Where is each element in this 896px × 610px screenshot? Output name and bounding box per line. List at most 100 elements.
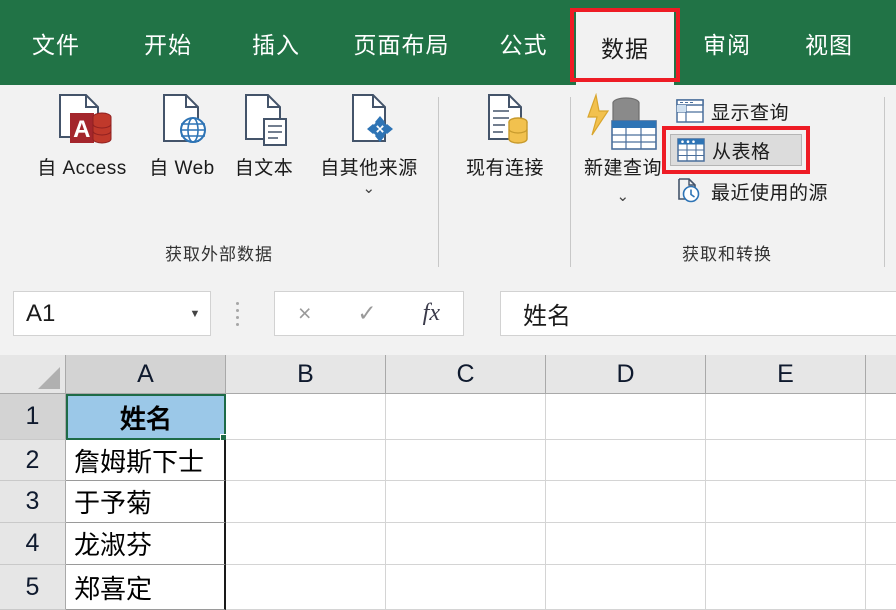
cell-f3[interactable]	[866, 481, 896, 523]
cell-e1[interactable]	[706, 394, 866, 440]
new-query-label: 新建查询	[583, 158, 662, 179]
svg-text:A: A	[73, 116, 91, 143]
tab-file[interactable]: 文件	[0, 0, 112, 85]
row-header-3[interactable]: 3	[0, 481, 66, 523]
from-text-button[interactable]: 自文本	[214, 93, 314, 182]
cell-d3[interactable]	[546, 481, 706, 523]
new-query-button[interactable]: 新建查询 ⌄	[578, 92, 668, 210]
existing-connections-button[interactable]: 现有连接	[446, 93, 564, 182]
ribbon-tab-bar: 文件 开始 插入 页面布局 公式 数据 审阅 视图	[0, 0, 896, 85]
tab-home-label: 开始	[144, 31, 192, 58]
cell-e5[interactable]	[706, 565, 866, 610]
recent-sources-label: 最近使用的源	[711, 182, 829, 204]
recent-sources-button[interactable]: 最近使用的源	[676, 175, 828, 207]
from-access-label: 自 Access	[37, 158, 127, 179]
cell-a4[interactable]: 龙淑芬	[66, 523, 226, 565]
cell-b1[interactable]	[226, 394, 386, 440]
tab-formulas-label: 公式	[499, 31, 548, 58]
column-header-e[interactable]: E	[706, 355, 866, 394]
cell-c4[interactable]	[386, 523, 546, 565]
row-header-4[interactable]: 4	[0, 523, 66, 565]
from-table-label: 从表格	[712, 141, 771, 163]
column-header-b[interactable]: B	[226, 355, 386, 394]
show-queries-label: 显示查询	[711, 102, 790, 124]
cell-d2[interactable]	[546, 440, 706, 481]
cell-b3[interactable]	[226, 481, 386, 523]
existing-connections-label: 现有连接	[465, 158, 544, 179]
cell-e4[interactable]	[706, 523, 866, 565]
tab-view-label: 视图	[805, 31, 853, 58]
tab-view[interactable]: 视图	[778, 0, 880, 85]
show-queries-button[interactable]: 显示查询	[676, 95, 789, 127]
tab-page-layout-label: 页面布局	[353, 31, 450, 58]
from-other-sources-button[interactable]: 自其他来源 ⌄	[305, 93, 433, 196]
name-box[interactable]: A1 ▼	[13, 291, 211, 336]
cell-f5[interactable]	[866, 565, 896, 610]
chevron-down-icon[interactable]: ⌄	[616, 188, 629, 205]
from-web-button[interactable]: 自 Web	[144, 93, 220, 182]
formula-input-value: 姓名	[523, 303, 571, 330]
cell-f4[interactable]	[866, 523, 896, 565]
formula-bar-grip	[236, 302, 240, 326]
cell-b5[interactable]	[226, 565, 386, 610]
column-header-a[interactable]: A	[66, 355, 226, 394]
cell-a5[interactable]: 郑喜定	[66, 565, 226, 610]
tab-data[interactable]: 数据	[576, 8, 674, 85]
tab-file-label: 文件	[32, 31, 80, 58]
tab-data-label: 数据	[601, 35, 649, 62]
row-header-5[interactable]: 5	[0, 565, 66, 610]
tab-review-label: 审阅	[703, 31, 751, 58]
file-access-icon: A	[14, 93, 150, 151]
file-text-icon	[214, 93, 314, 151]
formula-action-buttons: × ✓ fx	[274, 291, 464, 336]
from-other-sources-label: 自其他来源	[320, 158, 418, 179]
tab-formulas[interactable]: 公式	[475, 0, 572, 85]
worksheet-grid: A B C D E 1 2 3 4 5 姓名 詹姆斯下士 于予菊 龙淑芬 郑喜定	[0, 355, 896, 610]
group-label-get-and-transform: 获取和转换	[682, 245, 772, 264]
cell-c3[interactable]	[386, 481, 546, 523]
column-header-d[interactable]: D	[546, 355, 706, 394]
from-table-button[interactable]: 从表格	[670, 134, 802, 166]
cell-d1[interactable]	[546, 394, 706, 440]
column-header-f[interactable]	[866, 355, 896, 394]
column-header-c[interactable]: C	[386, 355, 546, 394]
cell-e2[interactable]	[706, 440, 866, 481]
select-all-corner[interactable]	[0, 355, 66, 394]
confirm-icon[interactable]: ✓	[357, 300, 376, 327]
cell-a1[interactable]: 姓名	[66, 394, 226, 440]
file-web-icon	[144, 93, 220, 151]
chevron-down-icon[interactable]: ▼	[180, 308, 210, 320]
show-queries-icon	[676, 98, 704, 124]
from-access-button[interactable]: A 自 Access	[14, 93, 150, 182]
name-box-value: A1	[26, 299, 56, 327]
cancel-icon[interactable]: ×	[298, 300, 311, 327]
cell-d5[interactable]	[546, 565, 706, 610]
cell-e3[interactable]	[706, 481, 866, 523]
file-other-sources-icon	[305, 93, 433, 151]
from-table-icon	[677, 137, 705, 163]
from-text-label: 自文本	[234, 158, 294, 179]
cell-a3[interactable]: 于予菊	[66, 481, 226, 523]
cell-b2[interactable]	[226, 440, 386, 481]
cell-c2[interactable]	[386, 440, 546, 481]
tab-review[interactable]: 审阅	[676, 0, 778, 85]
chevron-down-icon[interactable]: ⌄	[305, 181, 433, 196]
formula-input[interactable]: 姓名	[500, 291, 896, 336]
cell-b4[interactable]	[226, 523, 386, 565]
row-header-2[interactable]: 2	[0, 440, 66, 481]
cell-f1[interactable]	[866, 394, 896, 440]
insert-function-icon[interactable]: fx	[423, 300, 440, 327]
tab-page-layout[interactable]: 页面布局	[328, 0, 475, 85]
cell-a2[interactable]: 詹姆斯下士	[66, 440, 226, 481]
ribbon-content: A 自 Access 自 Web 自文本 自其他来源 ⌄ 现有连接 获取外部数据…	[0, 85, 896, 297]
row-header-1[interactable]: 1	[0, 394, 66, 440]
cell-c5[interactable]	[386, 565, 546, 610]
cell-d4[interactable]	[546, 523, 706, 565]
new-query-icon	[578, 92, 668, 151]
cell-f2[interactable]	[866, 440, 896, 481]
tab-home[interactable]: 开始	[112, 0, 224, 85]
tab-insert[interactable]: 插入	[224, 0, 328, 85]
tab-insert-label: 插入	[252, 31, 300, 58]
cell-c1[interactable]	[386, 394, 546, 440]
existing-connection-icon	[446, 93, 564, 151]
